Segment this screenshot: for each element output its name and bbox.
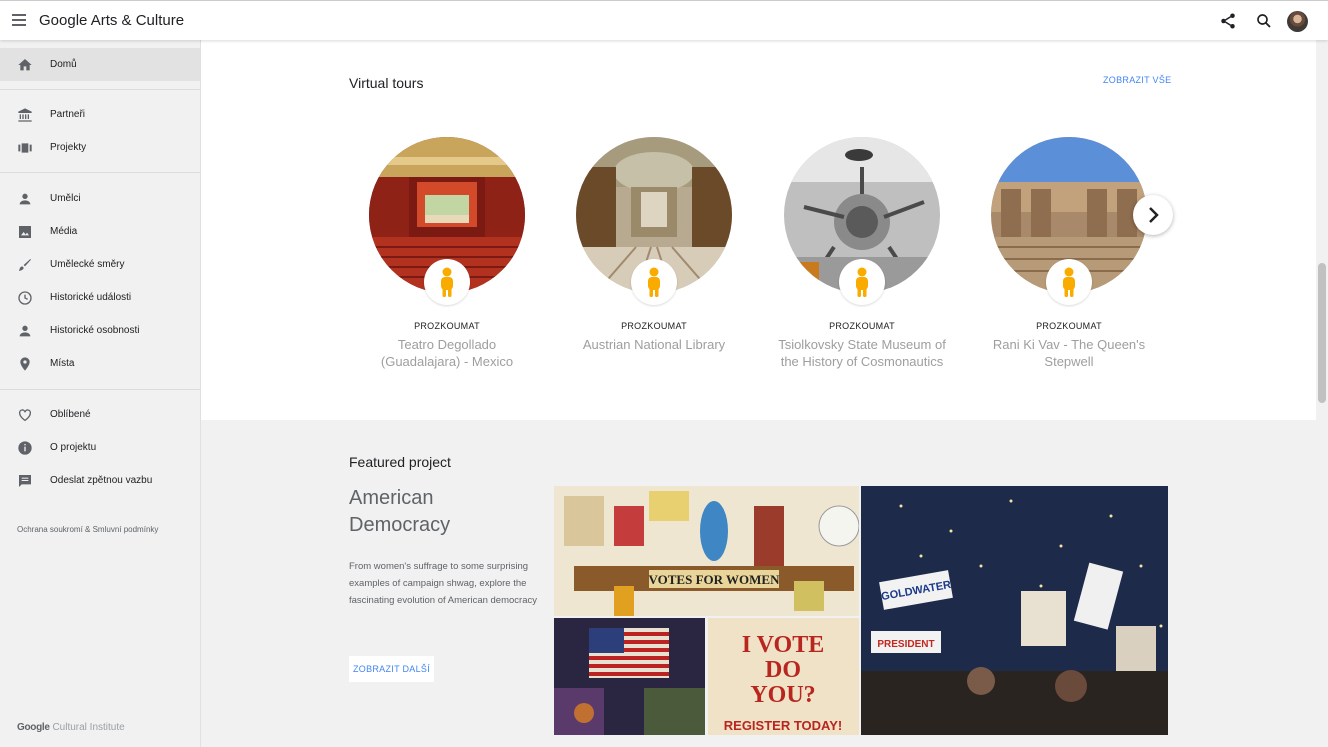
person-icon: [19, 193, 31, 204]
sidebar-item-label: Partneři: [50, 109, 86, 120]
poster-line2: DO: [765, 657, 801, 683]
feedback-icon: [19, 474, 31, 487]
sidebar-item-home[interactable]: Domů: [0, 48, 200, 81]
tour-kicker: PROZKOUMAT: [414, 321, 480, 331]
sidebar-item-about[interactable]: O projektu: [0, 431, 200, 464]
app-logo[interactable]: Google Arts & Culture: [39, 12, 184, 29]
sidebar-item-label: Projekty: [50, 142, 87, 153]
search-icon[interactable]: [1255, 12, 1273, 30]
tour-title[interactable]: Teatro Degollado (Guadalajara) - Mexico: [357, 336, 537, 370]
footer-google: Google: [17, 722, 50, 733]
view-all-link[interactable]: ZOBRAZIT VŠE: [1103, 75, 1171, 85]
tour-kicker: PROZKOUMAT: [621, 321, 687, 331]
person-icon: [19, 325, 31, 336]
brush-icon: [19, 258, 31, 271]
sidebar-item-feedback[interactable]: Odeslat zpětnou vazbu: [0, 464, 200, 497]
quilt-flag-image[interactable]: [554, 618, 705, 735]
sidebar-item-label: O projektu: [50, 442, 97, 453]
chevron-right-icon: [1149, 207, 1159, 223]
sidebar-item-label: Umělci: [50, 193, 81, 204]
votes-banner-text: VOTES FOR WOMEN: [649, 572, 781, 587]
sidebar-item-label: Umělecké směry: [50, 259, 125, 270]
tour-title[interactable]: Austrian National Library: [564, 336, 744, 353]
scrollbar-thumb[interactable]: [1318, 263, 1326, 403]
museum-icon: [18, 107, 32, 122]
pegman-icon: [631, 259, 677, 305]
tour-kicker: PROZKOUMAT: [829, 321, 895, 331]
main-content: Virtual tours ZOBRAZIT VŠE PROZKOUMAT Te…: [201, 40, 1316, 747]
carousel-next-button[interactable]: [1133, 195, 1173, 235]
sidebar-item-label: Odeslat zpětnou vazbu: [50, 475, 153, 486]
sidebar-divider: [0, 172, 200, 173]
sidebar-item-historical-events[interactable]: Historické události: [0, 281, 200, 314]
convention-crowd-image[interactable]: GOLDWATER PRESIDENT: [861, 486, 1168, 735]
poster-line3: YOU?: [750, 682, 815, 708]
sidebar-divider: [0, 389, 200, 390]
sidebar-item-media[interactable]: Média: [0, 215, 200, 248]
share-icon[interactable]: [1219, 12, 1237, 30]
page-scrollbar[interactable]: [1316, 40, 1328, 747]
home-icon: [18, 58, 32, 70]
info-icon: [18, 440, 32, 455]
menu-icon[interactable]: [12, 14, 26, 26]
clock-icon: [18, 290, 32, 305]
sidebar: Domů Partneři Projekty Umělci Média Uměl…: [0, 40, 201, 747]
sidebar-item-historical-figures[interactable]: Historické osobnosti: [0, 314, 200, 347]
tour-title[interactable]: Tsiolkovsky State Museum of the History …: [772, 336, 952, 370]
sidebar-item-label: Historické osobnosti: [50, 325, 140, 336]
sidebar-item-label: Historické události: [50, 292, 132, 303]
sidebar-item-partners[interactable]: Partneři: [0, 98, 200, 131]
image-icon: [19, 225, 31, 238]
pegman-icon: [839, 259, 885, 305]
pegman-icon: [1046, 259, 1092, 305]
footer-product: Cultural Institute: [52, 722, 125, 733]
user-avatar[interactable]: [1287, 11, 1308, 32]
virtual-tours-title: Virtual tours: [349, 75, 424, 91]
tour-kicker: PROZKOUMAT: [1036, 321, 1102, 331]
sidebar-item-art-movements[interactable]: Umělecké směry: [0, 248, 200, 281]
projects-icon: [18, 142, 32, 153]
pin-icon: [20, 356, 30, 371]
privacy-terms-link[interactable]: Ochrana soukromí & Smluvní podmínky: [17, 525, 158, 534]
featured-section-title: Featured project: [349, 454, 451, 470]
heart-icon: [19, 408, 31, 421]
top-app-bar: Google Arts & Culture: [0, 0, 1328, 40]
footer-brand: Google Cultural Institute: [17, 722, 125, 733]
sidebar-item-label: Oblíbené: [50, 409, 91, 420]
suffrage-memorabilia-image[interactable]: VOTES FOR WOMEN: [554, 486, 859, 616]
sidebar-item-projects[interactable]: Projekty: [0, 131, 200, 164]
sidebar-item-places[interactable]: Místa: [0, 347, 200, 380]
pegman-icon: [424, 259, 470, 305]
poster-line1: I VOTE: [742, 632, 824, 658]
sidebar-item-label: Místa: [50, 358, 75, 369]
sign-president: PRESIDENT: [877, 639, 934, 650]
sidebar-divider: [0, 89, 200, 90]
poster-line4: REGISTER TODAY!: [724, 718, 842, 733]
show-more-button[interactable]: ZOBRAZIT DALŠÍ: [349, 656, 434, 682]
i-vote-poster-image[interactable]: I VOTE DO YOU? REGISTER TODAY!: [708, 618, 859, 735]
sidebar-item-favorites[interactable]: Oblíbené: [0, 398, 200, 431]
tour-title[interactable]: Rani Ki Vav - The Queen's Stepwell: [979, 336, 1159, 370]
sidebar-item-label: Média: [50, 226, 78, 237]
featured-project-title[interactable]: American Democracy: [349, 485, 499, 539]
sidebar-item-label: Domů: [50, 59, 77, 70]
featured-project-description: From women's suffrage to some surprising…: [349, 561, 537, 606]
sidebar-item-artists[interactable]: Umělci: [0, 182, 200, 215]
